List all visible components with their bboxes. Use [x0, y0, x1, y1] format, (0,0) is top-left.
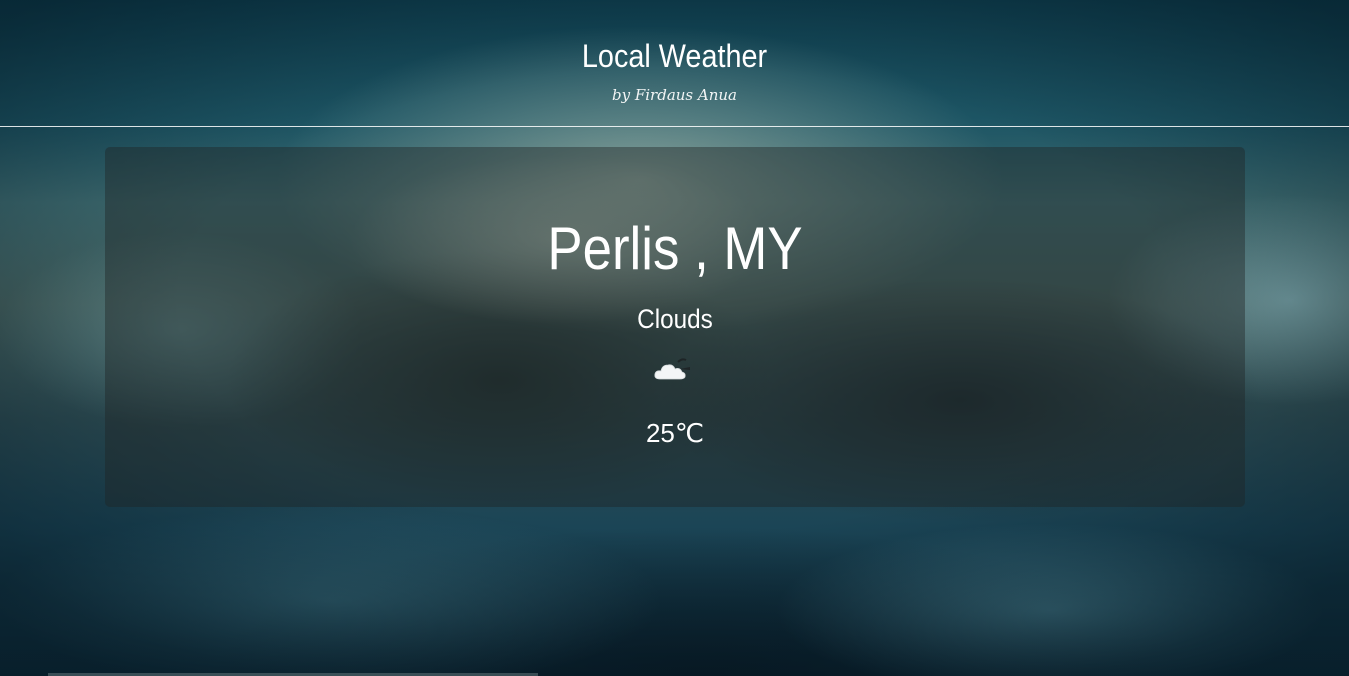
- header-divider: [0, 126, 1349, 127]
- weather-card: Perlis , MY Clouds 25℃: [105, 147, 1245, 507]
- temperature-value: 25℃: [645, 418, 705, 448]
- page-title: Local Weather: [581, 38, 768, 74]
- location-name: Perlis , MY: [547, 215, 803, 282]
- author-byline: by Firdaus Anua: [612, 86, 737, 104]
- cloud-icon: [652, 353, 692, 385]
- weather-condition: Clouds: [637, 304, 713, 334]
- page-header: Local Weather by Firdaus Anua: [0, 0, 1349, 126]
